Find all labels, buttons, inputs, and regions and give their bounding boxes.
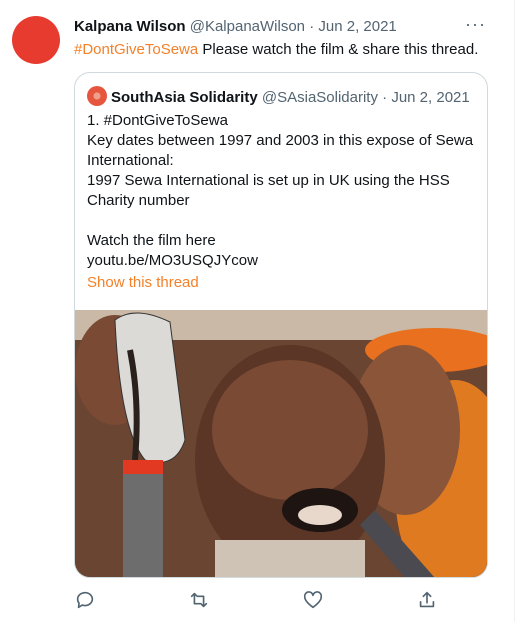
quoted-tweet-header: SouthAsia Solidarity @SAsiaSolidarity · … xyxy=(87,86,470,108)
video-thumbnail-image xyxy=(75,310,487,577)
tweet-header: Kalpana Wilson @KalpanaWilson · Jun 2, 2… xyxy=(74,17,397,37)
quoted-link[interactable]: youtu.be/MO3USQJYcow xyxy=(87,251,479,271)
author-handle[interactable]: @KalpanaWilson xyxy=(190,18,305,35)
show-thread-link[interactable]: Show this thread xyxy=(87,273,199,293)
quoted-tweet-text: 1. #DontGiveToSewa Key dates between 199… xyxy=(87,111,479,271)
quoted-text-spacer xyxy=(87,211,479,231)
hashtag-link[interactable]: #DontGiveToSewa xyxy=(74,41,198,58)
author-avatar[interactable] xyxy=(12,16,60,64)
more-options-icon[interactable]: ··· xyxy=(465,14,486,35)
quoted-text-line: Watch the film here xyxy=(87,232,216,249)
quoted-tweet[interactable]: SouthAsia Solidarity @SAsiaSolidarity · … xyxy=(74,72,488,578)
quoted-text-line: International: xyxy=(87,152,174,169)
tweet-text-body: Please watch the film & share this threa… xyxy=(198,41,479,58)
like-icon[interactable] xyxy=(302,589,324,611)
tweet-text: #DontGiveToSewa Please watch the film & … xyxy=(74,40,478,60)
tweet-date[interactable]: Jun 2, 2021 xyxy=(318,18,396,35)
quoted-author-handle[interactable]: @SAsiaSolidarity xyxy=(262,89,378,106)
share-icon[interactable] xyxy=(416,589,438,611)
quoted-text-line: 1997 Sewa International is set up in UK … xyxy=(87,172,450,189)
tweet-actions xyxy=(0,585,515,615)
quoted-author-avatar[interactable] xyxy=(87,86,107,106)
tweet[interactable]: Kalpana Wilson @KalpanaWilson · Jun 2, 2… xyxy=(0,0,515,622)
quoted-author-name[interactable]: SouthAsia Solidarity xyxy=(111,89,258,106)
quoted-text-line: Charity number xyxy=(87,192,190,209)
header-separator: · xyxy=(309,18,315,35)
reply-icon[interactable] xyxy=(74,589,96,611)
quoted-tweet-date[interactable]: Jun 2, 2021 xyxy=(391,89,469,106)
quoted-text-line: 1. #DontGiveToSewa xyxy=(87,112,228,129)
quoted-text-line: Key dates between 1997 and 2003 in this … xyxy=(87,132,474,149)
author-name[interactable]: Kalpana Wilson xyxy=(74,18,186,35)
video-thumbnail[interactable] xyxy=(75,310,487,577)
retweet-icon[interactable] xyxy=(188,589,210,611)
quoted-header-separator: · xyxy=(382,89,388,106)
